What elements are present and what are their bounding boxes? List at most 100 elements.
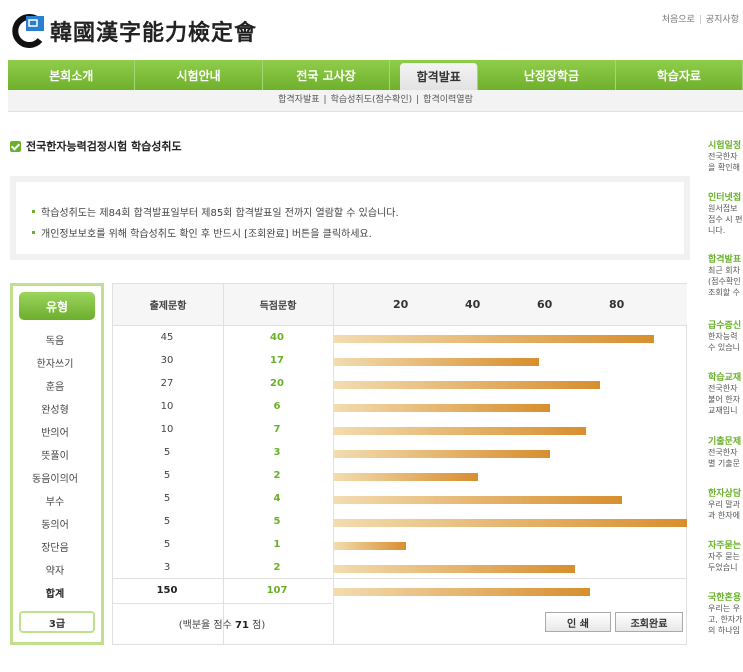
col-header-questions: 출제문항 xyxy=(113,284,223,326)
sidebar-title: 자주묻는 xyxy=(708,541,742,551)
sidebar-item[interactable]: 한자상담 우리 말과 과 한자에 xyxy=(708,486,743,521)
sidebar-text: 교재입니 xyxy=(708,406,738,415)
bullet-icon xyxy=(32,231,35,234)
bar-반의어 xyxy=(334,427,586,435)
subnav-achievement[interactable]: 학습성취도(점수확인) xyxy=(329,95,415,105)
nav-item-results[interactable]: 합격발표 xyxy=(400,63,479,90)
row-label: 동의어 xyxy=(41,520,69,531)
row-questions: 10 xyxy=(160,401,174,412)
sidebar-text: 전국한자 xyxy=(708,152,738,161)
row-score: 20 xyxy=(270,378,284,389)
sub-nav: 합격자발표 | 학습성취도(점수확인) | 합격이력열람 xyxy=(8,90,743,112)
total-divider xyxy=(112,578,687,579)
row-score: 7 xyxy=(273,424,281,435)
bar-동의어 xyxy=(334,519,687,527)
sidebar-title: 기출문제 xyxy=(708,437,742,447)
sidebar-text: 전국한자 xyxy=(708,384,738,393)
sidebar-text: 자주 묻는 xyxy=(708,552,740,561)
subnav-pass-history[interactable]: 합격이력열람 xyxy=(421,95,475,105)
row-label: 뜻풀이 xyxy=(41,451,69,462)
sidebar-text: 두었습니 xyxy=(708,563,738,572)
bar-한자쓰기 xyxy=(334,358,540,366)
bar-뜻풀이 xyxy=(334,450,550,458)
total-questions: 150 xyxy=(156,585,178,596)
sidebar-text: 별 기출문 xyxy=(708,459,740,468)
row-score: 40 xyxy=(270,332,284,343)
nav-item-study-materials[interactable]: 학습자료 xyxy=(616,60,743,90)
sidebar-item[interactable]: 기출문제 전국한자 별 기출문 xyxy=(708,434,743,469)
axis-tick-80: 80 xyxy=(609,298,625,311)
axis-tick-60: 60 xyxy=(537,298,553,311)
row-label: 부수 xyxy=(45,497,65,508)
nav-item-exam-sites[interactable]: 전국 고사장 xyxy=(263,60,391,90)
row-score: 6 xyxy=(273,401,281,412)
row-score: 2 xyxy=(273,470,281,481)
row-questions: 5 xyxy=(163,539,171,550)
bar-독음 xyxy=(334,335,655,343)
percent-value: 71 xyxy=(235,620,249,631)
row-questions: 5 xyxy=(163,447,171,458)
sidebar-item[interactable]: 급수증신 한자능력 수 있습니 xyxy=(708,318,743,353)
sidebar-text: 의 하나임 xyxy=(708,626,740,635)
row-questions: 5 xyxy=(163,470,171,481)
sidebar-title: 학습교재 xyxy=(708,373,742,383)
print-button[interactable]: 인 쇄 xyxy=(545,612,611,632)
logo-mark-icon xyxy=(12,14,44,48)
row-label: 독음 xyxy=(45,336,65,347)
subnav-separator: | xyxy=(323,95,327,105)
sidebar-title: 시험일정 xyxy=(708,141,742,151)
home-link[interactable]: 처음으로 xyxy=(658,15,699,25)
sidebar-item[interactable]: 국한혼용 우리는 우 고, 한자가 의 하나임 xyxy=(708,590,743,636)
row-label: 장단음 xyxy=(41,543,69,554)
row-questions: 27 xyxy=(160,378,174,389)
row-label: 한자쓰기 xyxy=(36,359,74,370)
section-title: 전국한자능력검정시험 학습성취도 xyxy=(10,138,182,154)
notice-text: 학습성취도는 제84회 합격발표일부터 제85회 합격발표일 전까지 열람할 수… xyxy=(41,208,399,219)
sidebar-item[interactable]: 인터넷접 원서접보 접수 시 편 니다. xyxy=(708,190,743,236)
axis-tick-20: 20 xyxy=(393,298,409,311)
sidebar-item[interactable]: 합격발표 최근 회차 (점수확인 조회할 수 xyxy=(708,252,743,298)
grade-badge: 3급 xyxy=(19,611,95,633)
sidebar-item[interactable]: 시험일정 전국한자 을 확인해 xyxy=(708,138,743,173)
notice-line: 개인정보보호를 위해 학습성취도 확인 후 반드시 [조회완료] 버튼을 클릭하… xyxy=(32,225,668,240)
site-logo[interactable]: 韓國漢字能力檢定會 xyxy=(10,14,257,48)
sidebar-title: 인터넷접 xyxy=(708,193,742,203)
top-links: 처음으로 | 공지사항 xyxy=(658,12,743,25)
row-score: 5 xyxy=(273,516,281,527)
subnav-pass-list[interactable]: 합격자발표 xyxy=(276,95,321,105)
sidebar-text: (점수확인 xyxy=(708,277,741,286)
bar-장단음 xyxy=(334,542,406,550)
type-header-button: 유형 xyxy=(19,292,95,320)
col-header-chart xyxy=(333,284,687,326)
sidebar-title: 국한혼용 xyxy=(708,593,742,603)
total-divider xyxy=(112,603,332,604)
sidebar-text: 과 한자에 xyxy=(708,511,740,520)
bar-동음이의어 xyxy=(334,473,478,481)
row-score: 1 xyxy=(273,539,281,550)
nav-item-exam-info[interactable]: 시험안내 xyxy=(135,60,263,90)
bullet-icon xyxy=(32,210,35,213)
row-label: 동음이의어 xyxy=(32,474,78,485)
sidebar-title: 합격발표 xyxy=(708,255,742,265)
section-title-text: 전국한자능력검정시험 학습성취도 xyxy=(26,140,182,153)
notice-link[interactable]: 공지사항 xyxy=(702,15,743,25)
sidebar-text: 니다. xyxy=(708,226,726,235)
sidebar-title: 한자상담 xyxy=(708,489,742,499)
nav-item-about[interactable]: 본회소개 xyxy=(8,60,136,90)
row-label: 훈음 xyxy=(45,382,65,393)
notice-text: 개인정보보호를 위해 학습성취도 확인 후 반드시 [조회완료] 버튼을 클릭하… xyxy=(41,229,372,240)
row-score: 3 xyxy=(273,447,281,458)
bar-합계 xyxy=(334,588,590,596)
done-button[interactable]: 조회완료 xyxy=(615,612,683,632)
sidebar-title: 급수증신 xyxy=(708,321,742,331)
sidebar-item[interactable]: 자주묻는 자주 묻는 두었습니 xyxy=(708,538,743,573)
percent-prefix: (백분율 점수 xyxy=(178,620,232,631)
bar-훈음 xyxy=(334,381,601,389)
nav-item-scholarship[interactable]: 난정장학금 xyxy=(488,60,616,90)
row-questions: 3 xyxy=(163,562,171,573)
sidebar-text: 접수 시 편 xyxy=(708,215,743,224)
row-questions: 5 xyxy=(163,516,171,527)
sidebar-item[interactable]: 학습교재 전국한자 불어 한자 교재입니 xyxy=(708,370,743,416)
main-nav: 본회소개 시험안내 전국 고사장 합격발표 난정장학금 학습자료 xyxy=(8,60,743,90)
col-header-score: 득점문항 xyxy=(223,284,333,326)
